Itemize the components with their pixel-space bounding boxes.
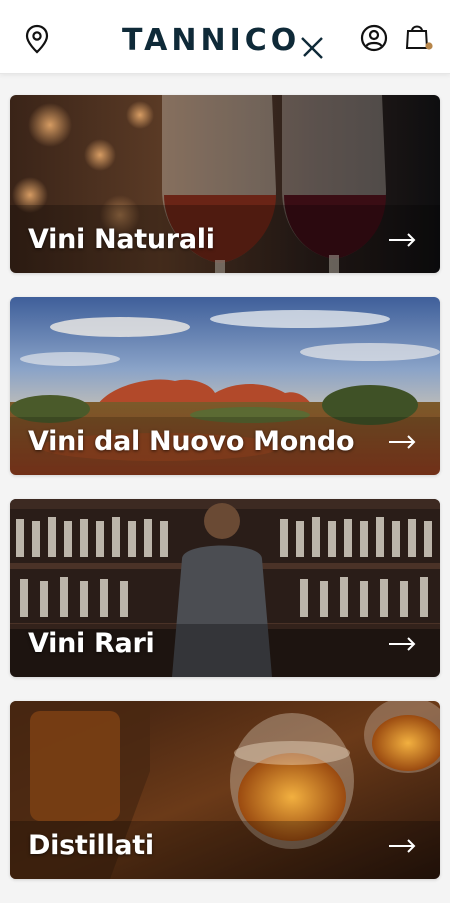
logo-x-icon xyxy=(301,37,324,59)
category-title: Vini Rari xyxy=(28,628,155,659)
logo-text: TANNICO xyxy=(122,22,301,58)
app-header: TANNICO xyxy=(0,0,450,74)
cart-badge xyxy=(425,42,433,50)
category-card-distillati[interactable]: Distillati xyxy=(10,701,440,879)
category-card-vini-nuovo-mondo[interactable]: Vini dal Nuovo Mondo xyxy=(10,297,440,475)
category-title: Vini Naturali xyxy=(28,224,215,255)
arrow-right-icon xyxy=(389,435,416,449)
brand-logo[interactable]: TANNICO xyxy=(122,20,328,60)
arrow-right-icon xyxy=(389,233,416,247)
category-title: Distillati xyxy=(28,830,154,861)
category-title: Vini dal Nuovo Mondo xyxy=(28,426,355,457)
arrow-right-icon xyxy=(389,839,416,853)
category-card-vini-rari[interactable]: Vini Rari xyxy=(10,499,440,677)
user-icon[interactable] xyxy=(360,24,388,52)
category-list: Vini Naturali Vini dal Nuovo Mondo Vini … xyxy=(10,95,440,903)
arrow-right-icon xyxy=(389,637,416,651)
category-card-vini-naturali[interactable]: Vini Naturali xyxy=(10,95,440,273)
shopping-bag-icon[interactable] xyxy=(404,22,434,52)
map-pin-icon[interactable] xyxy=(24,24,50,54)
